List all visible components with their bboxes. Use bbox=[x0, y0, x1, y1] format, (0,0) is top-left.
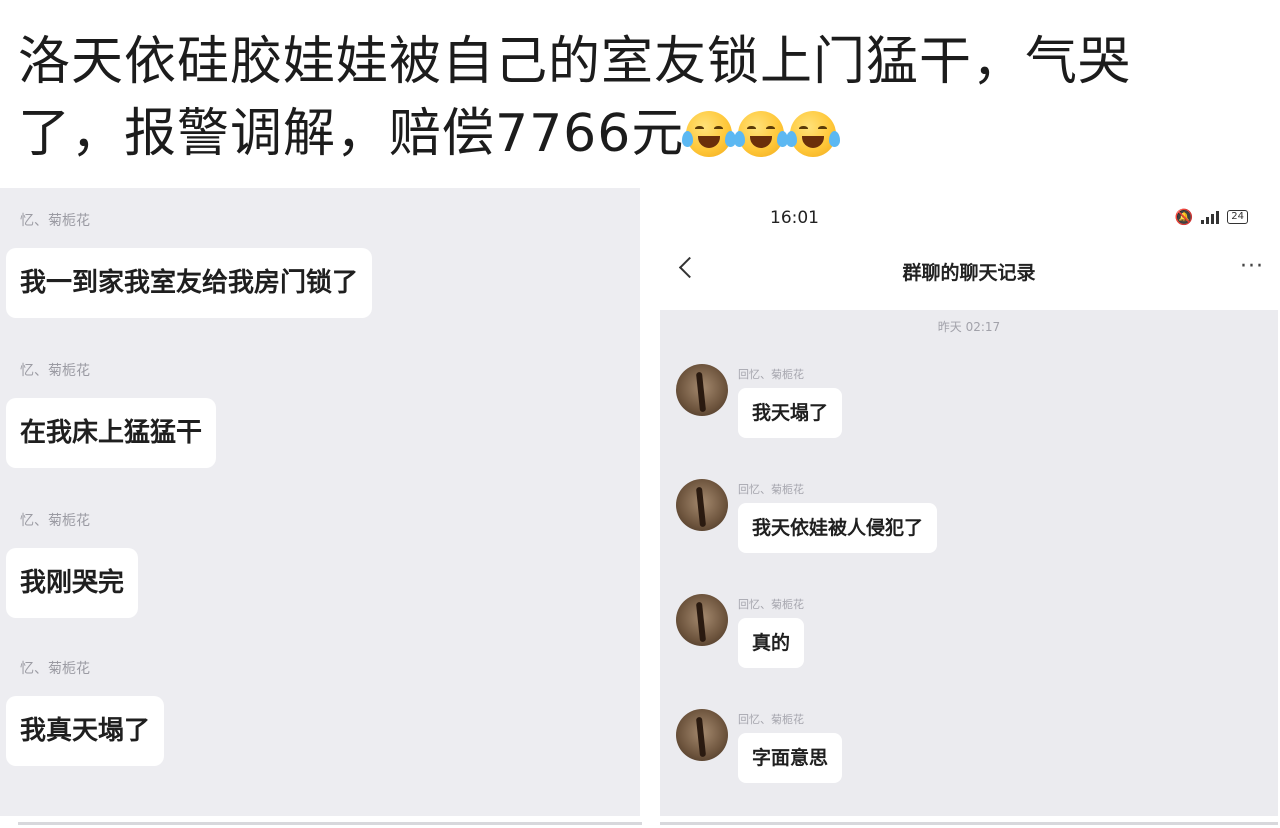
chat-message: 忆、菊栀花 在我床上猛猛干 bbox=[0, 360, 217, 468]
divider bbox=[660, 822, 1278, 825]
chat-timestamp: 昨天 02:17 bbox=[937, 320, 1001, 334]
status-time: 16:01 bbox=[770, 208, 819, 228]
headline-line-2: 了，报警调解，赔偿7766元 bbox=[18, 98, 1268, 176]
avatar[interactable] bbox=[676, 479, 728, 531]
message-sender: 忆、菊栀花 bbox=[20, 213, 90, 229]
phone-header: 16:01 🔕 24 群聊的聊天记录 ··· bbox=[660, 188, 1278, 310]
chat-message: 忆、菊栀花 我真天塌了 bbox=[0, 658, 165, 766]
tears-of-joy-emoji-icon bbox=[682, 111, 737, 157]
mute-icon: 🔕 bbox=[1174, 208, 1194, 226]
right-chat-screenshot: 16:01 🔕 24 群聊的聊天记录 ··· 昨天 02:17 回忆、菊栀花 我… bbox=[660, 188, 1278, 816]
tears-of-joy-emoji-icon bbox=[734, 111, 789, 157]
message-bubble[interactable]: 我天依娃被人侵犯了 bbox=[738, 503, 938, 553]
message-sender: 回忆、菊栀花 bbox=[738, 598, 804, 611]
message-sender: 忆、菊栀花 bbox=[20, 661, 90, 677]
chat-message: 忆、菊栀花 我刚哭完 bbox=[0, 510, 139, 618]
avatar[interactable] bbox=[676, 364, 728, 416]
message-sender: 回忆、菊栀花 bbox=[738, 713, 804, 726]
post-headline: 洛天依硅胶娃娃被自己的室友锁上门猛干，气哭 了，报警调解，赔偿7766元 bbox=[18, 26, 1268, 176]
more-options-button[interactable]: ··· bbox=[1240, 254, 1264, 279]
emoji-group bbox=[682, 104, 842, 176]
avatar[interactable] bbox=[676, 594, 728, 646]
left-chat-screenshot: 忆、菊栀花 我一到家我室友给我房门锁了 忆、菊栀花 在我床上猛猛干 忆、菊栀花 … bbox=[0, 188, 640, 816]
headline-line-2-text: 了，报警调解，赔偿7766元 bbox=[18, 104, 685, 164]
chat-title: 群聊的聊天记录 bbox=[902, 262, 1036, 284]
message-sender: 回忆、菊栀花 bbox=[738, 368, 804, 381]
signal-icon bbox=[1201, 210, 1220, 224]
tears-of-joy-emoji-icon bbox=[786, 111, 841, 157]
message-bubble[interactable]: 我刚哭完 bbox=[6, 548, 139, 618]
message-bubble[interactable]: 字面意思 bbox=[738, 733, 843, 783]
message-bubble[interactable]: 我天塌了 bbox=[738, 388, 843, 438]
battery-icon: 24 bbox=[1227, 210, 1248, 224]
message-bubble[interactable]: 我一到家我室友给我房门锁了 bbox=[6, 248, 373, 318]
message-bubble[interactable]: 我真天塌了 bbox=[6, 696, 165, 766]
message-sender: 忆、菊栀花 bbox=[20, 363, 90, 379]
message-bubble[interactable]: 真的 bbox=[738, 618, 805, 668]
headline-line-1: 洛天依硅胶娃娃被自己的室友锁上门猛干，气哭 bbox=[18, 32, 1132, 92]
message-sender: 回忆、菊栀花 bbox=[738, 483, 804, 496]
divider bbox=[18, 822, 642, 825]
avatar[interactable] bbox=[676, 709, 728, 761]
chat-message: 忆、菊栀花 我一到家我室友给我房门锁了 bbox=[0, 210, 373, 318]
message-sender: 忆、菊栀花 bbox=[20, 513, 90, 529]
message-bubble[interactable]: 在我床上猛猛干 bbox=[6, 398, 217, 468]
status-bar-icons: 🔕 24 bbox=[1175, 208, 1248, 226]
